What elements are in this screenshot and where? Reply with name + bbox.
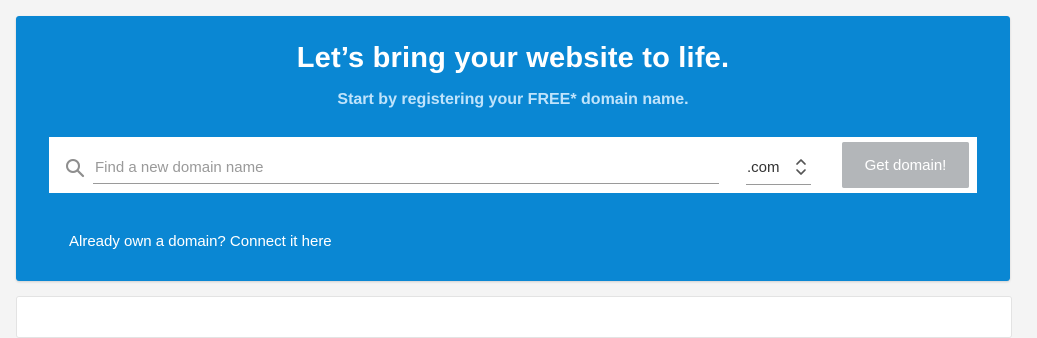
- connect-domain-link[interactable]: Already own a domain? Connect it here: [69, 233, 332, 250]
- tld-select[interactable]: .com: [746, 151, 811, 185]
- chevron-up-down-icon: [795, 156, 807, 178]
- tld-selected-value: .com: [747, 159, 780, 176]
- domain-search-input[interactable]: [93, 151, 719, 184]
- domain-search-bar: .com Get domain!: [49, 137, 977, 193]
- search-icon: [65, 158, 85, 178]
- get-domain-button[interactable]: Get domain!: [842, 142, 969, 188]
- page-title: Let’s bring your website to life.: [296, 42, 730, 74]
- domain-search-panel: Let’s bring your website to life. Start …: [16, 16, 1010, 281]
- lower-content-card: [16, 296, 1012, 338]
- page-subtitle: Start by registering your FREE* domain n…: [337, 91, 689, 108]
